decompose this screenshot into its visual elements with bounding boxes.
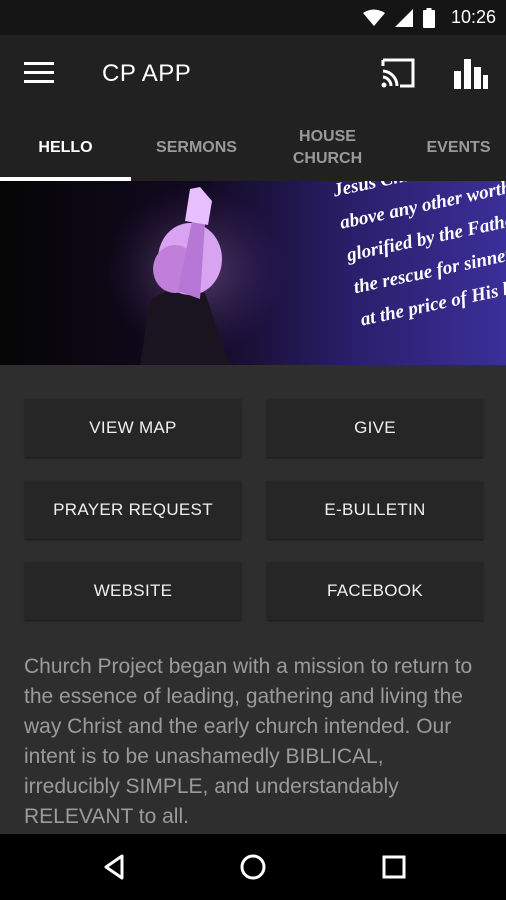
app-title: CP APP <box>102 60 192 87</box>
tab-house-church[interactable]: HOUSE CHURCH <box>262 115 393 181</box>
bar-chart-icon[interactable] <box>452 55 492 95</box>
tab-bar: HELLO SERMONS HOUSE CHURCH EVENTS <box>0 115 506 181</box>
tab-label: SERMONS <box>156 139 237 156</box>
e-bulletin-button[interactable]: E-BULLETIN <box>267 481 483 539</box>
cell-signal-icon <box>394 8 413 27</box>
tab-label: HOUSE CHURCH <box>292 128 363 167</box>
tab-label: EVENTS <box>426 139 491 156</box>
view-map-button[interactable]: VIEW MAP <box>25 399 241 457</box>
hero-banner: Jesus Christ beautiful above any other w… <box>0 181 506 365</box>
tab-hello[interactable]: HELLO <box>0 115 131 181</box>
tab-events[interactable]: EVENTS <box>393 115 506 181</box>
system-nav-bar <box>0 834 506 900</box>
tab-label: HELLO <box>38 139 93 156</box>
battery-icon <box>422 7 435 28</box>
cast-icon[interactable] <box>380 57 418 93</box>
menu-icon[interactable] <box>24 62 58 88</box>
tab-sermons[interactable]: SERMONS <box>131 115 262 181</box>
give-button[interactable]: GIVE <box>267 399 483 457</box>
website-button[interactable]: WEBSITE <box>25 562 241 620</box>
wifi-icon <box>362 9 385 26</box>
recents-icon[interactable] <box>379 852 409 882</box>
prayer-request-button[interactable]: PRAYER REQUEST <box>25 481 241 539</box>
app-bar: CP APP <box>0 35 506 115</box>
status-bar: 10:26 <box>0 0 506 35</box>
home-icon[interactable] <box>238 852 268 882</box>
back-icon[interactable] <box>100 852 130 882</box>
clock: 10:26 <box>450 7 496 27</box>
church-description: Church Project began with a mission to r… <box>24 655 473 828</box>
facebook-button[interactable]: FACEBOOK <box>267 562 483 620</box>
